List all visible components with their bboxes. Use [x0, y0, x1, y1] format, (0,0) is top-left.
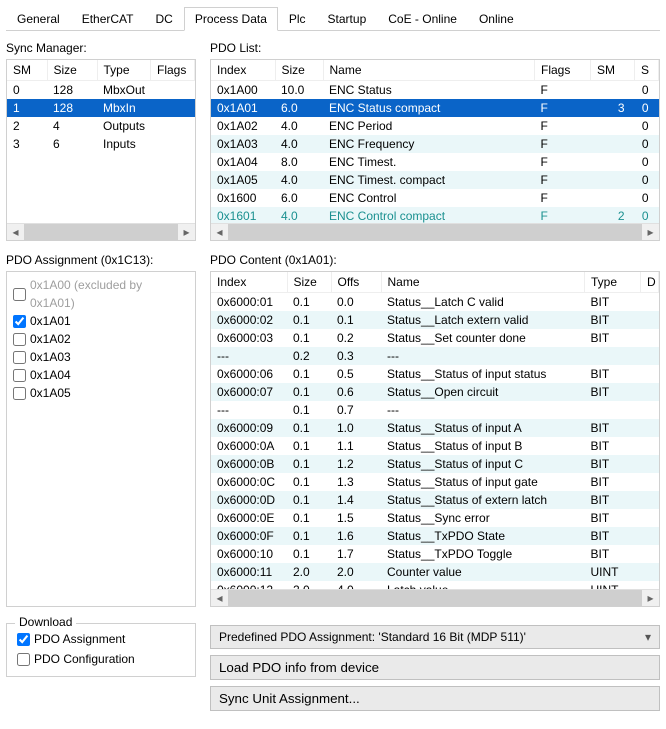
table-row[interactable]: 0x1A048.0ENC Timest.F0: [211, 153, 659, 171]
table-row[interactable]: 24Outputs: [7, 117, 195, 135]
pdo-assignment-item[interactable]: 0x1A04: [13, 366, 189, 384]
table-row[interactable]: 0x16014.0ENC Control compactF20: [211, 207, 659, 223]
pdo-assignment-checkbox[interactable]: PDO Assignment: [17, 632, 185, 646]
pdo-assignment-item[interactable]: 0x1A01: [13, 312, 189, 330]
table-row[interactable]: 0x6000:0C0.11.3Status__Status of input g…: [211, 473, 659, 491]
pdo-assignment-item[interactable]: 0x1A03: [13, 348, 189, 366]
column-header[interactable]: Offs: [331, 272, 381, 293]
table-row[interactable]: 0x6000:090.11.0Status__Status of input A…: [211, 419, 659, 437]
table-row[interactable]: ---0.20.3---: [211, 347, 659, 365]
column-header[interactable]: D: [641, 272, 659, 293]
table-row[interactable]: 0x1A024.0ENC PeriodF0: [211, 117, 659, 135]
column-header[interactable]: Size: [287, 272, 331, 293]
table-row[interactable]: 0x6000:0B0.11.2Status__Status of input C…: [211, 455, 659, 473]
tab-general[interactable]: General: [6, 7, 71, 31]
pdo-assignment-item[interactable]: 0x1A02: [13, 330, 189, 348]
scrollbar[interactable]: ◂ ▸: [211, 223, 659, 240]
table-row[interactable]: ---0.10.7---: [211, 401, 659, 419]
scroll-right-icon[interactable]: ▸: [642, 590, 659, 607]
table-row[interactable]: 0x6000:100.11.7Status__TxPDO ToggleBIT: [211, 545, 659, 563]
scroll-left-icon[interactable]: ◂: [211, 590, 228, 607]
column-header[interactable]: Flags: [535, 60, 591, 81]
column-header[interactable]: Index: [211, 272, 287, 293]
tab-online[interactable]: Online: [468, 7, 525, 31]
pdo-assignment-label: PDO Assignment (0x1C13):: [6, 253, 196, 267]
column-header[interactable]: SM: [591, 60, 635, 81]
scroll-left-icon[interactable]: ◂: [211, 224, 228, 241]
scroll-right-icon[interactable]: ▸: [642, 224, 659, 241]
predefined-pdo-dropdown[interactable]: Predefined PDO Assignment: 'Standard 16 …: [210, 625, 660, 649]
column-header[interactable]: Size: [275, 60, 323, 81]
pdo-assignment-list[interactable]: 0x1A00 (excluded by 0x1A01)0x1A010x1A020…: [6, 271, 196, 607]
column-header[interactable]: Type: [97, 60, 151, 81]
scroll-right-icon[interactable]: ▸: [178, 224, 195, 241]
table-row[interactable]: 0x6000:010.10.0Status__Latch C validBIT: [211, 293, 659, 312]
table-row[interactable]: 0x6000:0F0.11.6Status__TxPDO StateBIT: [211, 527, 659, 545]
scrollbar[interactable]: ◂ ▸: [7, 223, 195, 240]
sync-manager-table[interactable]: SMSizeTypeFlags 0128MbxOut1128MbxIn24Out…: [7, 60, 195, 153]
table-row[interactable]: 0x6000:020.10.1Status__Latch extern vali…: [211, 311, 659, 329]
table-row[interactable]: 0x6000:112.02.0Counter valueUINT: [211, 563, 659, 581]
download-legend: Download: [15, 615, 76, 629]
pdo-list-table[interactable]: IndexSizeNameFlagsSMS 0x1A0010.0ENC Stat…: [211, 60, 659, 223]
sync-unit-button[interactable]: Sync Unit Assignment...: [210, 686, 660, 711]
scroll-left-icon[interactable]: ◂: [7, 224, 24, 241]
column-header[interactable]: SM: [7, 60, 47, 81]
table-row[interactable]: 1128MbxIn: [7, 99, 195, 117]
scrollbar[interactable]: ◂ ▸: [211, 589, 659, 606]
sync-manager-label: Sync Manager:: [6, 41, 196, 55]
chevron-down-icon: ▾: [645, 630, 651, 644]
column-header[interactable]: Name: [381, 272, 585, 293]
column-header[interactable]: Index: [211, 60, 275, 81]
download-group: Download PDO Assignment PDO Configuratio…: [6, 623, 196, 677]
table-row[interactable]: 0x6000:060.10.5Status__Status of input s…: [211, 365, 659, 383]
column-header[interactable]: S: [635, 60, 659, 81]
pdo-configuration-checkbox[interactable]: PDO Configuration: [17, 652, 185, 666]
table-row[interactable]: 0x6000:0A0.11.1Status__Status of input B…: [211, 437, 659, 455]
tab-process-data[interactable]: Process Data: [184, 7, 278, 31]
table-row[interactable]: 0x1A054.0ENC Timest. compactF0: [211, 171, 659, 189]
tab-startup[interactable]: Startup: [317, 7, 378, 31]
table-row[interactable]: 36Inputs: [7, 135, 195, 153]
pdo-assignment-item[interactable]: 0x1A05: [13, 384, 189, 402]
column-header[interactable]: Type: [585, 272, 641, 293]
tab-coe-online[interactable]: CoE - Online: [377, 7, 468, 31]
pdo-content-label: PDO Content (0x1A01):: [210, 253, 660, 267]
tab-ethercat[interactable]: EtherCAT: [71, 7, 145, 31]
table-row[interactable]: 0x16006.0ENC ControlF0: [211, 189, 659, 207]
column-header[interactable]: Size: [47, 60, 97, 81]
tab-dc[interactable]: DC: [145, 7, 184, 31]
column-header[interactable]: Name: [323, 60, 535, 81]
table-row[interactable]: 0x6000:070.10.6Status__Open circuitBIT: [211, 383, 659, 401]
table-row[interactable]: 0x1A016.0ENC Status compactF30: [211, 99, 659, 117]
tab-plc[interactable]: Plc: [278, 7, 317, 31]
table-row[interactable]: 0x6000:122.04.0Latch valueUINT: [211, 581, 659, 589]
pdo-content-table[interactable]: IndexSizeOffsNameTypeD 0x6000:010.10.0St…: [211, 272, 659, 589]
table-row[interactable]: 0x1A034.0ENC FrequencyF0: [211, 135, 659, 153]
pdo-assignment-item[interactable]: 0x1A00 (excluded by 0x1A01): [13, 276, 189, 312]
column-header[interactable]: Flags: [151, 60, 195, 81]
table-row[interactable]: 0x1A0010.0ENC StatusF0: [211, 81, 659, 100]
pdo-list-label: PDO List:: [210, 41, 660, 55]
table-row[interactable]: 0x6000:0D0.11.4Status__Status of extern …: [211, 491, 659, 509]
table-row[interactable]: 0x6000:030.10.2Status__Set counter doneB…: [211, 329, 659, 347]
table-row[interactable]: 0128MbxOut: [7, 81, 195, 100]
table-row[interactable]: 0x6000:0E0.11.5Status__Sync errorBIT: [211, 509, 659, 527]
load-pdo-button[interactable]: Load PDO info from device: [210, 655, 660, 680]
